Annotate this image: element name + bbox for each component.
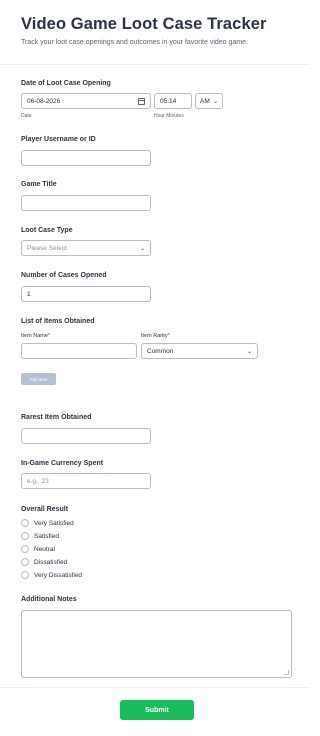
item-rarity-select[interactable]: Common ⌄ xyxy=(141,343,258,359)
currency-label: In-Game Currency Spent xyxy=(21,460,104,467)
cases-opened-input[interactable]: 1 xyxy=(21,286,151,302)
submit-button[interactable]: Submit xyxy=(120,700,194,720)
item-name-header: Item Name* xyxy=(21,333,51,339)
item-rarity-header: Item Rarity* xyxy=(141,333,170,339)
radio-circle[interactable] xyxy=(21,532,29,540)
radio-option[interactable]: Very Satisfied xyxy=(21,519,74,527)
radio-circle[interactable] xyxy=(21,558,29,566)
date-sublabel: Date xyxy=(21,113,32,119)
chevron-down-icon: ⌄ xyxy=(246,348,252,355)
rarest-item-label: Rarest Item Obtained xyxy=(21,414,92,421)
form-title: Video Game Loot Case Tracker xyxy=(21,15,267,33)
currency-input[interactable]: e.g., 23 xyxy=(21,473,151,489)
header-divider xyxy=(0,64,310,65)
radio-option[interactable]: Very Dissatisfied xyxy=(21,571,82,579)
case-type-select[interactable]: Please Select ⌄ xyxy=(21,240,151,256)
date-label: Date of Loot Case Opening xyxy=(21,80,111,87)
time-input[interactable]: 05:14 xyxy=(154,93,192,109)
radio-circle[interactable] xyxy=(21,545,29,553)
cases-opened-value: 1 xyxy=(27,290,31,298)
form-header: Video Game Loot Case Tracker Track your … xyxy=(21,14,301,47)
calendar-icon[interactable] xyxy=(138,97,145,105)
rarest-item-input[interactable] xyxy=(21,428,151,444)
time-value: 05:14 xyxy=(160,97,177,105)
item-name-input[interactable] xyxy=(21,343,137,359)
resize-handle-icon[interactable] xyxy=(284,670,289,675)
cases-opened-label: Number of Cases Opened xyxy=(21,272,107,279)
item-rarity-selected: Common xyxy=(147,347,174,355)
player-label: Player Username or ID xyxy=(21,136,96,143)
case-type-selected: Please Select xyxy=(27,244,67,252)
result-label: Overall Result xyxy=(21,506,69,513)
add-item-button[interactable]: Add Item xyxy=(21,373,56,385)
game-title-label: Game Title xyxy=(21,181,57,188)
radio-circle[interactable] xyxy=(21,571,29,579)
radio-option[interactable]: Neutral xyxy=(21,545,55,553)
chevron-down-icon: ⌄ xyxy=(139,245,145,252)
items-label: List of Items Obtained xyxy=(21,318,95,325)
ampm-value: AM xyxy=(200,97,210,105)
notes-textarea[interactable] xyxy=(21,610,292,678)
currency-placeholder: e.g., 23 xyxy=(27,477,49,485)
date-value: 06-08-2026 xyxy=(27,97,61,105)
radio-option[interactable]: Satisfied xyxy=(21,532,59,540)
radio-circle[interactable] xyxy=(21,519,29,527)
ampm-select[interactable]: AM ⌄ xyxy=(195,93,223,109)
form-subtitle: Track your loot case openings and outcom… xyxy=(21,39,248,46)
chevron-down-icon: ⌄ xyxy=(212,98,218,105)
notes-label: Additional Notes xyxy=(21,596,77,603)
case-type-label: Loot Case Type xyxy=(21,227,73,234)
footer-divider xyxy=(0,687,310,688)
player-input[interactable] xyxy=(21,150,151,166)
radio-option[interactable]: Dissatisfied xyxy=(21,558,67,566)
time-sublabel: Hour Minutes xyxy=(154,113,184,119)
game-title-input[interactable] xyxy=(21,195,151,211)
date-input[interactable]: 06-08-2026 xyxy=(21,93,151,109)
